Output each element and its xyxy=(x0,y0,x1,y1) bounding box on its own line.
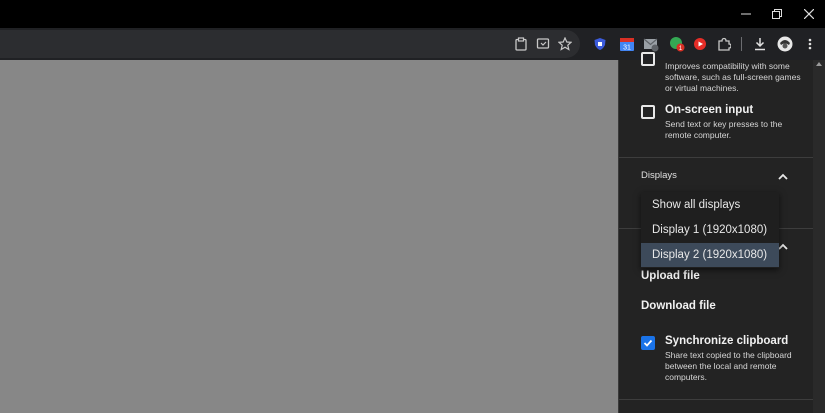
cast-icon[interactable] xyxy=(533,34,553,54)
youtube-extension-icon[interactable] xyxy=(690,34,710,54)
puzzle-extensions-icon[interactable] xyxy=(714,34,734,54)
relative-mouse-checkbox[interactable] xyxy=(641,52,655,66)
avatar[interactable] xyxy=(775,34,795,54)
relative-mouse-description: Improves compatibility with some softwar… xyxy=(665,61,801,93)
minimize-button[interactable] xyxy=(730,0,762,28)
clipboard-icon[interactable] xyxy=(511,34,531,54)
download-file-button[interactable]: Download file xyxy=(641,300,716,312)
displays-dropdown-menu: Show all displays Display 1 (1920x1080) … xyxy=(641,192,779,268)
checkmark-icon xyxy=(643,339,653,347)
sync-clipboard-title[interactable]: Synchronize clipboard xyxy=(665,335,788,347)
section-divider xyxy=(619,399,813,400)
onscreen-input-title[interactable]: On-screen input xyxy=(665,104,753,116)
display-option-2[interactable]: Display 2 (1920x1080) xyxy=(641,243,779,267)
display-option-1[interactable]: Display 1 (1920x1080) xyxy=(641,218,779,242)
restore-icon xyxy=(772,9,782,19)
more-vert-icon[interactable] xyxy=(800,34,820,54)
calendar-extension-icon[interactable]: 31 xyxy=(617,34,637,54)
display-option-all[interactable]: Show all displays xyxy=(641,193,779,217)
sync-clipboard-checkbox[interactable] xyxy=(641,336,655,350)
restore-button[interactable] xyxy=(761,0,793,28)
grammar-extension-icon[interactable]: 1 xyxy=(667,34,687,54)
bookmark-star-icon[interactable] xyxy=(555,34,575,54)
close-icon xyxy=(804,9,814,19)
onscreen-input-description: Send text or key presses to the remote c… xyxy=(665,119,783,140)
chevron-up-icon[interactable] xyxy=(777,171,789,183)
displays-section-label: Displays xyxy=(641,170,677,181)
calendar-badge: 31 xyxy=(623,45,631,52)
title-bar xyxy=(0,0,825,28)
toolbar-separator xyxy=(741,37,742,51)
browser-toolbar: 31 1 xyxy=(0,28,825,60)
shield-extension-icon[interactable] xyxy=(590,34,610,54)
upload-file-button[interactable]: Upload file xyxy=(641,270,700,282)
download-icon[interactable] xyxy=(750,34,770,54)
address-bar[interactable] xyxy=(0,30,580,58)
onscreen-input-checkbox[interactable] xyxy=(641,105,655,119)
scroll-up-arrow[interactable] xyxy=(816,62,822,66)
section-divider xyxy=(619,157,813,158)
minimize-icon xyxy=(741,13,751,15)
remote-desktop-view[interactable] xyxy=(0,60,618,413)
panel-scrollbar[interactable] xyxy=(813,60,825,413)
sync-clipboard-description: Share text copied to the clipboard betwe… xyxy=(665,350,792,382)
mail-extension-icon[interactable] xyxy=(641,34,661,54)
close-button[interactable] xyxy=(793,0,825,28)
